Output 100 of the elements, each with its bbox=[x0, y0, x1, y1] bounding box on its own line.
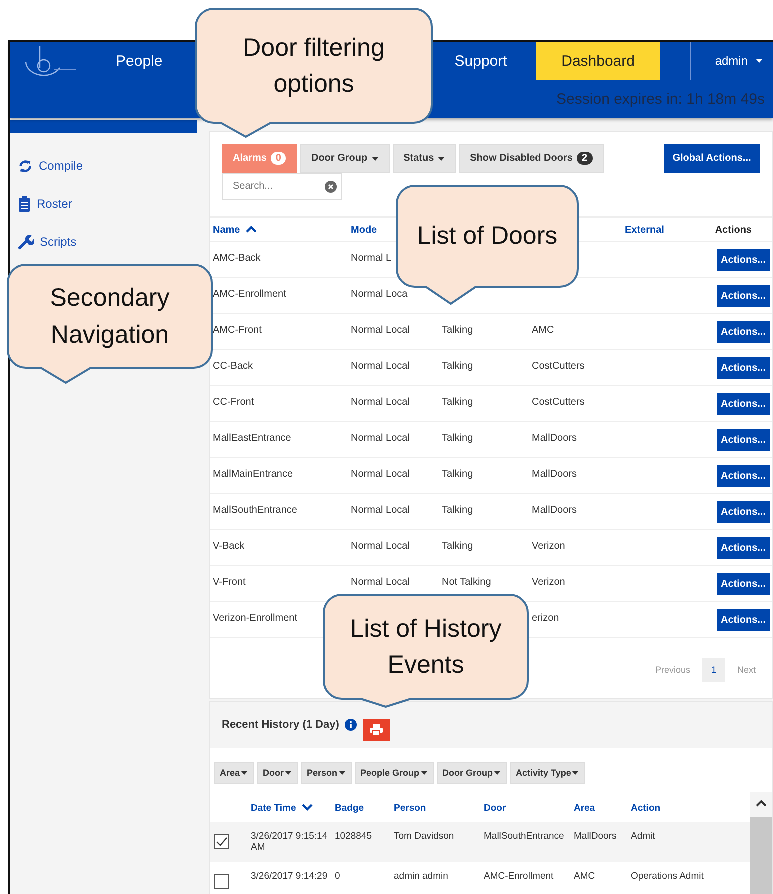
column-header[interactable]: Actions bbox=[715, 225, 752, 236]
filter-button[interactable]: Door Group bbox=[300, 144, 390, 173]
sidebar-item[interactable]: Roster bbox=[10, 185, 72, 223]
column-header[interactable]: Person bbox=[394, 803, 426, 814]
table-cell: Normal Local bbox=[351, 469, 410, 480]
table-cell: Tom Davidson bbox=[394, 831, 454, 842]
table-cell: MallDoors bbox=[532, 505, 578, 516]
checkbox[interactable] bbox=[214, 834, 229, 849]
callout: List of History Events bbox=[323, 594, 529, 708]
table-cell: 0 bbox=[335, 871, 340, 882]
filter-button[interactable]: Status bbox=[392, 144, 456, 173]
table-cell: CC-Back bbox=[213, 361, 254, 372]
print-button[interactable] bbox=[363, 719, 390, 741]
actions-button[interactable]: Actions... bbox=[717, 357, 770, 379]
table-cell: Verizon bbox=[532, 577, 566, 588]
table-cell: 3/26/2017 9:14:29 bbox=[251, 871, 328, 882]
checkbox[interactable] bbox=[214, 874, 229, 889]
table-cell: CostCutters bbox=[532, 361, 585, 372]
actions-button[interactable]: Actions... bbox=[717, 573, 770, 595]
sidebar-item[interactable]: Scripts bbox=[10, 223, 77, 261]
table-cell: Normal Loca bbox=[351, 289, 408, 300]
caret-icon bbox=[756, 59, 763, 63]
table-cell: Talking bbox=[442, 469, 474, 480]
printer-icon bbox=[370, 724, 384, 736]
table-cell: 1028845 bbox=[335, 831, 372, 842]
sort-down-icon bbox=[302, 804, 314, 811]
actions-button[interactable]: Actions... bbox=[717, 429, 770, 451]
caret-icon bbox=[285, 771, 292, 775]
table-cell: AMC-Enrollment bbox=[484, 871, 554, 882]
table-cell: Normal Local bbox=[351, 577, 410, 588]
table-cell: V-Front bbox=[213, 577, 246, 588]
filter-button[interactable]: Door bbox=[257, 762, 298, 784]
filter-button[interactable]: Show Disabled Doors 2 bbox=[459, 144, 604, 173]
scrollbar[interactable] bbox=[750, 792, 772, 894]
column-header[interactable]: Badge bbox=[335, 803, 364, 814]
table-cell: Talking bbox=[442, 505, 474, 516]
panel-title: Recent History (1 Day) bbox=[222, 719, 340, 731]
filter-button[interactable]: Area bbox=[214, 762, 254, 784]
table-cell: MallDoors bbox=[532, 469, 578, 480]
column-header[interactable]: Mode bbox=[351, 225, 378, 236]
actions-button[interactable]: Actions... bbox=[717, 393, 770, 415]
actions-button[interactable]: Actions... bbox=[717, 321, 770, 343]
table-cell: Admit bbox=[631, 831, 656, 842]
table-cell: MallMainEntrance bbox=[213, 469, 294, 480]
page-link[interactable]: 1 bbox=[702, 658, 726, 682]
table-cell: AMC-Back bbox=[213, 253, 261, 264]
table-cell: MallDoors bbox=[574, 831, 617, 842]
nav-link[interactable]: People bbox=[102, 42, 177, 80]
clipboard-icon bbox=[18, 196, 31, 212]
sync-icon bbox=[18, 158, 33, 174]
actions-button[interactable]: Actions... bbox=[717, 609, 770, 631]
column-header[interactable]: Area bbox=[574, 803, 596, 814]
callout: Door filtering options bbox=[195, 8, 433, 138]
caret-icon bbox=[372, 156, 379, 160]
caret-icon bbox=[572, 771, 580, 775]
table-cell: Normal Local bbox=[351, 433, 410, 444]
column-header[interactable]: Door bbox=[484, 803, 506, 814]
column-header[interactable]: Name bbox=[213, 225, 258, 236]
caret-icon bbox=[420, 771, 428, 775]
table-cell: MallDoors bbox=[532, 433, 578, 444]
user-menu[interactable]: admin bbox=[691, 42, 773, 80]
table-cell: MallSouthEntrance bbox=[213, 505, 298, 516]
table-cell: AMC-Front bbox=[213, 325, 262, 336]
clear-icon bbox=[325, 181, 337, 193]
table-cell: erizon bbox=[532, 613, 560, 624]
table-cell: admin admin bbox=[394, 871, 448, 882]
caret-icon bbox=[241, 771, 248, 775]
actions-button[interactable]: Actions... bbox=[717, 285, 770, 307]
sidebar-item[interactable]: Compile bbox=[10, 147, 84, 185]
count-badge: 0 bbox=[270, 152, 286, 165]
global-actions-button[interactable]: Global Actions... bbox=[664, 144, 760, 173]
table-cell: 3/26/2017 9:15:14 AM bbox=[251, 831, 328, 853]
actions-button[interactable]: Actions... bbox=[717, 465, 770, 487]
filter-button[interactable]: Activity Type bbox=[510, 762, 586, 784]
table-cell: Talking bbox=[442, 541, 474, 552]
wrench-icon bbox=[18, 234, 34, 250]
filter-button[interactable]: Door Group bbox=[436, 762, 508, 784]
table-cell: Operations Admit bbox=[631, 871, 704, 882]
nav-link[interactable]: Support bbox=[440, 42, 522, 80]
filter-button[interactable]: People Group bbox=[354, 762, 434, 784]
table-cell: MallEastEntrance bbox=[213, 433, 292, 444]
table-cell: Normal L bbox=[351, 253, 392, 264]
column-header[interactable]: Date Time bbox=[251, 803, 314, 814]
table-cell: CC-Front bbox=[213, 397, 254, 408]
filter-button[interactable]: Person bbox=[301, 762, 352, 784]
nav-link[interactable]: Dashboard bbox=[536, 42, 660, 80]
table-cell: Verizon bbox=[532, 541, 566, 552]
actions-button[interactable]: Actions... bbox=[717, 249, 770, 271]
table-cell: MallSouthEntrance bbox=[484, 831, 564, 842]
table-cell: AMC bbox=[574, 871, 596, 882]
table-cell: Talking bbox=[442, 433, 474, 444]
actions-button[interactable]: Actions... bbox=[717, 537, 770, 559]
column-header[interactable]: Action bbox=[631, 803, 661, 814]
session-timer: Session expires in: 1h 18m 49s bbox=[556, 90, 765, 108]
sort-up-icon bbox=[246, 226, 258, 233]
search-field[interactable]: Search... bbox=[222, 173, 342, 200]
table-cell: AMC-Enrollment bbox=[213, 289, 286, 300]
column-header[interactable]: External bbox=[625, 225, 664, 236]
actions-button[interactable]: Actions... bbox=[717, 501, 770, 523]
table-cell: Not Talking bbox=[442, 577, 492, 588]
